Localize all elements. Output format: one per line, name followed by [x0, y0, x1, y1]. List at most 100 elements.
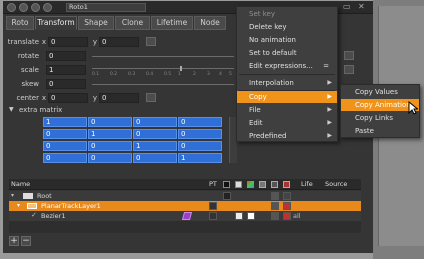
center-x-input[interactable]: 0 — [48, 93, 88, 103]
scale-slider[interactable] — [92, 68, 234, 69]
tab-transform[interactable]: Transform — [35, 16, 77, 30]
matrix-cell[interactable]: 0 — [88, 141, 132, 151]
menu-item-set-to-default[interactable]: Set to default — [237, 47, 337, 59]
shape-color-swatch[interactable] — [181, 212, 193, 220]
tick-label: 2 — [193, 72, 196, 77]
lock-toggle[interactable] — [223, 192, 231, 200]
close-icon[interactable]: ✕ — [358, 2, 368, 12]
planar-track-toggle[interactable] — [209, 212, 217, 220]
rotate-input[interactable]: 0 — [46, 51, 86, 61]
color-swatch[interactable] — [247, 212, 255, 220]
extra-matrix-label: extra matrix — [19, 106, 63, 114]
translate-curve-button[interactable] — [146, 37, 156, 46]
translate-x-input[interactable]: 0 — [48, 37, 88, 47]
menu-item-copy-values[interactable]: Copy Values — [341, 86, 419, 98]
center-label: center — [16, 94, 39, 102]
matrix-cell[interactable]: 1 — [133, 141, 177, 151]
matrix-cell[interactable]: 0 — [43, 153, 87, 163]
layer-row-root[interactable]: ▾ Root — [9, 191, 361, 201]
menu-item-no-animation[interactable]: No animation — [237, 34, 337, 46]
motion-blur-column-icon[interactable] — [283, 181, 290, 188]
menu-item-label: Interpolation — [249, 79, 294, 87]
matrix-cell[interactable]: 1 — [178, 153, 222, 163]
blend-toggle[interactable] — [271, 192, 279, 200]
rotate-slider[interactable] — [92, 56, 234, 57]
matrix-cell[interactable]: 0 — [88, 117, 132, 127]
skew-label: skew — [21, 80, 39, 88]
collapse-triangle-icon[interactable]: ▼ — [9, 106, 17, 114]
menu-item-predefined[interactable]: Predefined ▶ — [237, 130, 337, 142]
expand-icon[interactable]: ▾ — [11, 192, 17, 200]
menu-item-edit-expressions[interactable]: Edit expressions... = — [237, 60, 337, 72]
source-column-header[interactable]: Source — [325, 179, 347, 190]
matrix-cell[interactable]: 0 — [133, 153, 177, 163]
translate-y-input[interactable]: 0 — [99, 37, 139, 47]
tick-label: 0.2 — [110, 72, 118, 77]
center-curve-button[interactable] — [146, 93, 156, 102]
matrix-cell[interactable]: 1 — [43, 117, 87, 127]
node-name-field[interactable]: Roto1 — [66, 3, 146, 12]
mouse-cursor-icon — [408, 101, 418, 115]
matrix-cell[interactable]: 0 — [178, 129, 222, 139]
matrix-cell[interactable]: 0 — [133, 117, 177, 127]
motion-blur-toggle[interactable] — [283, 192, 291, 200]
tick-label: 5 — [229, 72, 232, 77]
menu-item-copy[interactable]: Copy ▶ — [237, 91, 337, 103]
menu-item-paste[interactable]: Paste — [341, 125, 419, 137]
menu-item-label: No animation — [249, 36, 296, 44]
blend-toggle[interactable] — [271, 202, 279, 210]
node-color-icon[interactable] — [7, 3, 16, 12]
invert-column-icon[interactable] — [259, 181, 266, 188]
center-y-label: y — [92, 94, 97, 102]
remove-layer-button[interactable]: − — [21, 236, 31, 246]
motion-blur-toggle[interactable] — [283, 202, 291, 210]
submenu-arrow-icon: ▶ — [327, 106, 332, 113]
menu-item-file[interactable]: File ▶ — [237, 104, 337, 116]
name-column-header[interactable]: Name — [11, 179, 30, 190]
matrix-cell[interactable]: 0 — [178, 117, 222, 127]
matrix-cell[interactable]: 0 — [88, 153, 132, 163]
matrix-cell[interactable]: 0 — [43, 141, 87, 151]
menu-item-edit[interactable]: Edit ▶ — [237, 117, 337, 129]
pt-column-header[interactable]: PT — [209, 179, 217, 190]
visibility-toggle[interactable] — [235, 212, 243, 220]
blend-column-icon[interactable] — [271, 181, 278, 188]
tab-roto[interactable]: Roto — [6, 16, 34, 30]
tab-clone[interactable]: Clone — [115, 16, 150, 30]
lock-icon[interactable] — [31, 3, 40, 12]
tab-shape[interactable]: Shape — [78, 16, 114, 30]
context-menu: Set key Delete key No animation Set to d… — [236, 6, 338, 142]
center-y-input[interactable]: 0 — [99, 93, 139, 103]
matrix-cell[interactable]: 0 — [178, 141, 222, 151]
matrix-cell[interactable]: 0 — [43, 129, 87, 139]
rotate-curve-button[interactable] — [344, 51, 354, 60]
scale-curve-button[interactable] — [344, 65, 354, 74]
matrix-cell[interactable]: 0 — [133, 129, 177, 139]
matrix-cell[interactable]: 1 — [88, 129, 132, 139]
tab-lifetime[interactable]: Lifetime — [151, 16, 193, 30]
skew-input[interactable]: 0 — [46, 79, 86, 89]
expand-icon[interactable]: ▾ — [17, 202, 23, 210]
motion-blur-toggle[interactable] — [283, 212, 291, 220]
blend-toggle[interactable] — [271, 212, 279, 220]
lock-column-icon[interactable] — [223, 181, 230, 188]
settings-icon[interactable] — [19, 3, 28, 12]
help-icon[interactable] — [43, 3, 52, 12]
tab-node[interactable]: Node — [194, 16, 226, 30]
scale-input[interactable]: 1 — [46, 65, 86, 75]
menu-item-delete-key[interactable]: Delete key — [237, 21, 337, 33]
layer-name: PlanarTrackLayer1 — [41, 202, 101, 210]
planar-track-toggle[interactable] — [209, 202, 217, 210]
color-column-icon[interactable] — [247, 181, 254, 188]
layer-row-planar-track[interactable]: ▾ PlanarTrackLayer1 — [9, 201, 361, 211]
menu-item-interpolation[interactable]: Interpolation ▶ — [237, 77, 337, 89]
life-column-header[interactable]: Life — [301, 179, 313, 190]
skew-slider[interactable] — [92, 84, 234, 85]
add-layer-button[interactable]: + — [9, 236, 19, 246]
pen-icon: ✓ — [31, 211, 37, 219]
layer-row-bezier[interactable]: ✓ Bezier1 all — [9, 211, 361, 221]
layer-name: Bezier1 — [41, 212, 66, 220]
tick-label: 0.4 — [146, 72, 154, 77]
float-icon[interactable]: ▭ — [343, 2, 353, 12]
visibility-column-icon[interactable] — [235, 181, 242, 188]
